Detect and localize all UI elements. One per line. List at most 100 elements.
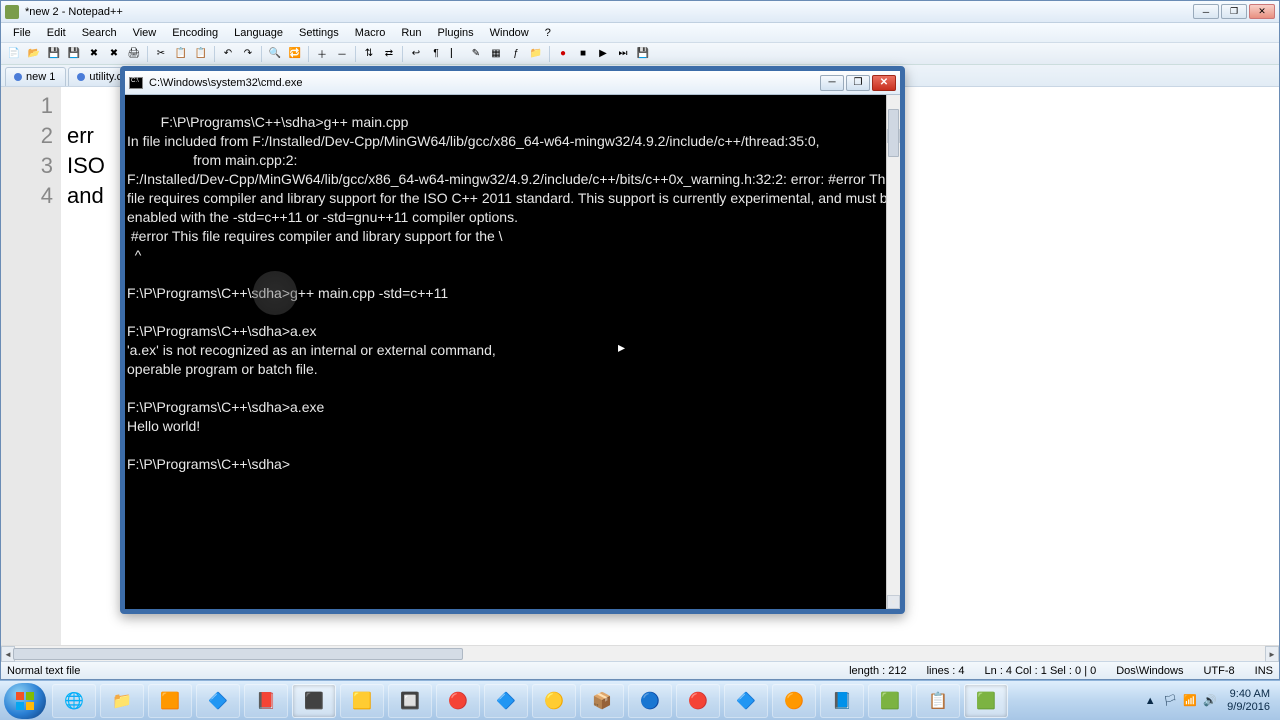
taskbar-app-icon[interactable]: 🟨 (340, 684, 384, 718)
npp-close-button[interactable]: ✕ (1249, 4, 1275, 19)
taskbar-cmd-icon[interactable]: ⬛ (292, 684, 336, 718)
taskbar-ps-icon[interactable]: 🔷 (724, 684, 768, 718)
undo-icon[interactable]: ↶ (219, 45, 237, 63)
npp-titlebar[interactable]: *new 2 - Notepad++ ─ ❐ ✕ (1, 1, 1279, 23)
new-file-icon[interactable]: 📄 (5, 45, 23, 63)
taskbar-pdf-icon[interactable]: 📕 (244, 684, 288, 718)
save-all-icon[interactable]: 💾 (65, 45, 83, 63)
record-icon[interactable]: ● (554, 45, 572, 63)
scroll-right-arrow-icon[interactable]: ► (1265, 646, 1279, 662)
menu-window[interactable]: Window (482, 25, 537, 41)
cmd-titlebar[interactable]: C:\Windows\system32\cmd.exe ─ ❐ ✕ (125, 71, 900, 95)
folder-workspace-icon[interactable]: 📁 (527, 45, 545, 63)
menu-search[interactable]: Search (74, 25, 125, 41)
close-all-icon[interactable]: ✖ (105, 45, 123, 63)
cmd-maximize-button[interactable]: ❐ (846, 75, 870, 91)
tray-time: 9:40 AM (1227, 688, 1270, 701)
taskbar-vs-icon[interactable]: 🔷 (484, 684, 528, 718)
start-button[interactable] (4, 683, 46, 719)
scroll-thumb[interactable] (888, 109, 899, 157)
taskbar-media-icon[interactable]: 🟧 (148, 684, 192, 718)
scroll-down-arrow-icon[interactable]: ▼ (887, 595, 900, 609)
line-number: 3 (1, 151, 53, 181)
scroll-thumb[interactable] (13, 648, 463, 660)
menu-macro[interactable]: Macro (347, 25, 394, 41)
npp-app-icon (5, 5, 19, 19)
save-macro-icon[interactable]: 💾 (634, 45, 652, 63)
sync-h-icon[interactable]: ⇄ (380, 45, 398, 63)
npp-minimize-button[interactable]: ─ (1193, 4, 1219, 19)
taskbar-app4-icon[interactable]: 🟩 (868, 684, 912, 718)
doc-map-icon[interactable]: ▦ (487, 45, 505, 63)
menu-encoding[interactable]: Encoding (164, 25, 226, 41)
cmd-vertical-scrollbar[interactable]: ▲ ▼ (886, 95, 900, 609)
taskbar-box-icon[interactable]: 📦 (580, 684, 624, 718)
taskbar-app5-icon[interactable]: 📋 (916, 684, 960, 718)
zoom-in-icon[interactable]: ＋ (313, 45, 331, 63)
status-position: Ln : 4 Col : 1 Sel : 0 | 0 (985, 665, 1097, 677)
menu-settings[interactable]: Settings (291, 25, 347, 41)
taskbar-devcpp-icon[interactable]: 🔷 (196, 684, 240, 718)
play-multi-icon[interactable]: ⏭ (614, 45, 632, 63)
menu-view[interactable]: View (125, 25, 165, 41)
status-insert-mode: INS (1255, 665, 1273, 677)
tray-network-icon[interactable]: 📶 (1183, 694, 1197, 708)
cmd-close-button[interactable]: ✕ (872, 75, 896, 91)
menu-run[interactable]: Run (393, 25, 429, 41)
udl-icon[interactable]: ✎ (467, 45, 485, 63)
tray-volume-icon[interactable]: 🔊 (1203, 694, 1217, 708)
func-list-icon[interactable]: ƒ (507, 45, 525, 63)
menu-language[interactable]: Language (226, 25, 291, 41)
tab-label: new 1 (26, 71, 55, 83)
tab-new-1[interactable]: new 1 (5, 67, 66, 86)
cmd-title-text: C:\Windows\system32\cmd.exe (149, 77, 820, 89)
show-all-icon[interactable]: ¶ (427, 45, 445, 63)
taskbar-chrome-icon[interactable]: 🔴 (436, 684, 480, 718)
menu-plugins[interactable]: Plugins (430, 25, 482, 41)
taskbar-blender-icon[interactable]: 🟠 (772, 684, 816, 718)
windows-logo-icon (15, 691, 35, 711)
taskbar-app3-icon[interactable]: 🔵 (628, 684, 672, 718)
taskbar-npp-icon[interactable]: 🟩 (964, 684, 1008, 718)
sync-v-icon[interactable]: ⇅ (360, 45, 378, 63)
taskbar-items: 🌐 📁 🟧 🔷 📕 ⬛ 🟨 🔲 🔴 🔷 🟡 📦 🔵 🔴 🔷 🟠 📘 🟩 📋 🟩 (52, 684, 1137, 718)
copy-icon[interactable]: 📋 (172, 45, 190, 63)
npp-maximize-button[interactable]: ❐ (1221, 4, 1247, 19)
menu-help[interactable]: ? (537, 25, 559, 41)
print-icon[interactable]: 🖨 (125, 45, 143, 63)
taskbar-rec-icon[interactable]: 🔴 (676, 684, 720, 718)
zoom-out-icon[interactable]: － (333, 45, 351, 63)
tray-up-arrow-icon[interactable]: ▲ (1143, 694, 1157, 708)
redo-icon[interactable]: ↷ (239, 45, 257, 63)
taskbar-app2-icon[interactable]: 🟡 (532, 684, 576, 718)
close-file-icon[interactable]: ✖ (85, 45, 103, 63)
find-icon[interactable]: 🔍 (266, 45, 284, 63)
stop-icon[interactable]: ■ (574, 45, 592, 63)
open-file-icon[interactable]: 📂 (25, 45, 43, 63)
indent-guide-icon[interactable]: ⎸ (447, 45, 465, 63)
line-number: 1 (1, 91, 53, 121)
tray-flag-icon[interactable]: 🏳 (1163, 694, 1177, 708)
play-icon[interactable]: ▶ (594, 45, 612, 63)
cmd-window[interactable]: C:\Windows\system32\cmd.exe ─ ❐ ✕ F:\P\P… (120, 66, 905, 614)
line-number: 2 (1, 121, 53, 151)
taskbar-explorer-icon[interactable]: 📁 (100, 684, 144, 718)
taskbar-word-icon[interactable]: 📘 (820, 684, 864, 718)
system-tray: ▲ 🏳 📶 🔊 9:40 AM 9/9/2016 (1137, 688, 1276, 714)
cmd-output[interactable]: F:\P\Programs\C++\sdha>g++ main.cpp In f… (125, 95, 900, 609)
npp-statusbar: Normal text file length : 212 lines : 4 … (1, 661, 1279, 679)
npp-menubar: File Edit Search View Encoding Language … (1, 23, 1279, 43)
tray-clock[interactable]: 9:40 AM 9/9/2016 (1227, 688, 1270, 714)
menu-file[interactable]: File (5, 25, 39, 41)
wrap-icon[interactable]: ↩ (407, 45, 425, 63)
replace-icon[interactable]: 🔁 (286, 45, 304, 63)
tab-state-icon (77, 73, 85, 81)
cmd-minimize-button[interactable]: ─ (820, 75, 844, 91)
menu-edit[interactable]: Edit (39, 25, 74, 41)
taskbar-ie-icon[interactable]: 🌐 (52, 684, 96, 718)
horizontal-scrollbar[interactable]: ◄ ► (1, 645, 1279, 661)
taskbar-sd-icon[interactable]: 🔲 (388, 684, 432, 718)
cut-icon[interactable]: ✂ (152, 45, 170, 63)
save-icon[interactable]: 💾 (45, 45, 63, 63)
paste-icon[interactable]: 📋 (192, 45, 210, 63)
